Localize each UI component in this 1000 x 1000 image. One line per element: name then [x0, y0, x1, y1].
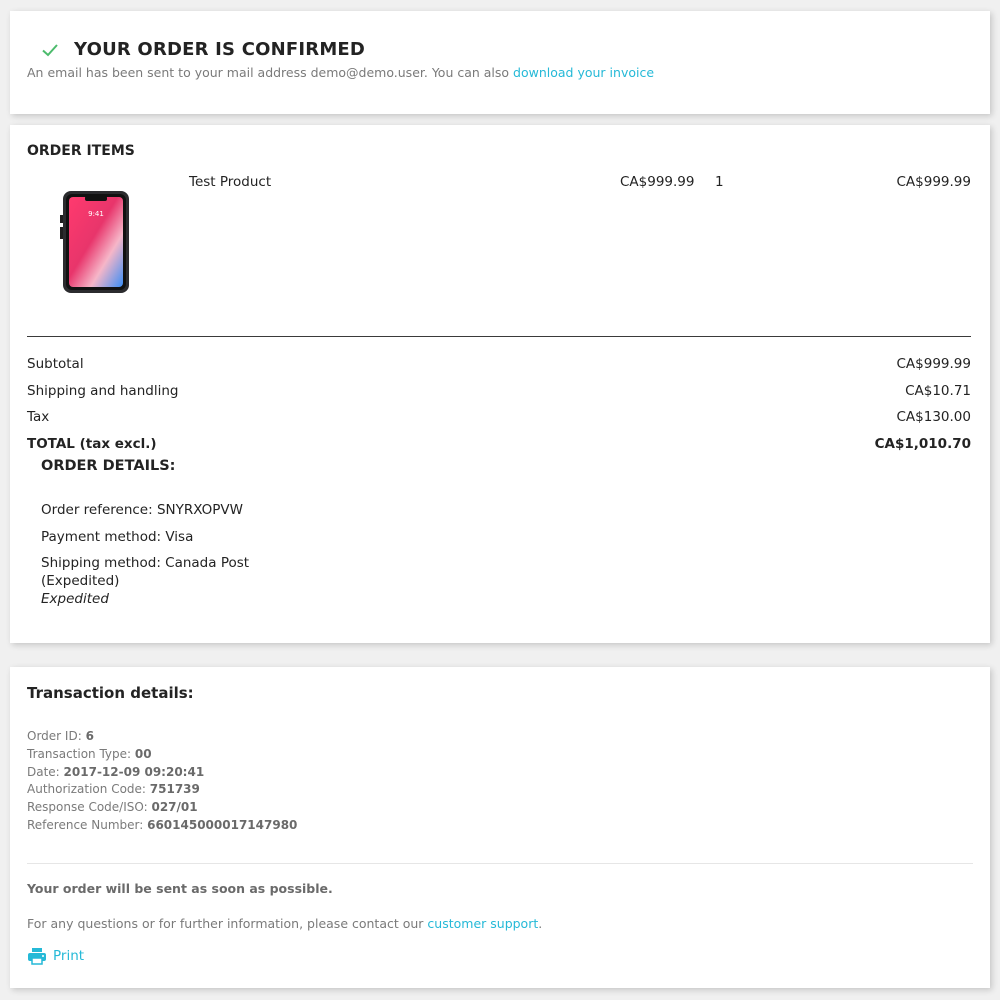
transaction-label: Transaction Type:	[27, 746, 135, 761]
shipping-label: Shipping and handling	[27, 383, 179, 399]
product-quantity: 1	[715, 174, 724, 190]
transaction-label: Reference Number:	[27, 817, 148, 832]
shipping-value: CA$10.71	[905, 383, 971, 399]
transaction-label: Date:	[27, 764, 64, 779]
confirmation-message: An email has been sent to your mail addr…	[27, 65, 654, 80]
printer-icon	[27, 947, 47, 965]
shipping-notice: Your order will be sent as soon as possi…	[27, 881, 333, 896]
transaction-label: Order ID:	[27, 729, 86, 743]
contact-suffix: .	[538, 916, 543, 931]
transaction-value: 00	[134, 746, 152, 761]
total-label: TOTAL (tax excl.)	[27, 436, 157, 452]
product-unit-price: CA$999.99	[620, 174, 695, 190]
print-label: Print	[53, 948, 85, 964]
download-invoice-link[interactable]: download your invoice	[513, 65, 654, 80]
transaction-value: 2017-12-09 09:20:41	[63, 764, 205, 779]
order-items-title: ORDER ITEMS	[27, 143, 135, 159]
order-reference: Order reference: SNYRXOPVW	[41, 502, 243, 518]
total-row: TOTAL (tax excl.) CA$1,010.70	[27, 436, 971, 452]
total-value: CA$1,010.70	[874, 436, 971, 452]
transaction-value: 660145000017147980	[147, 817, 298, 832]
subtotal-row: Subtotal CA$999.99	[27, 356, 971, 372]
transaction-value: 751739	[149, 782, 200, 797]
order-details-title: ORDER DETAILS:	[41, 458, 176, 474]
product-total-price: CA$999.99	[896, 174, 972, 190]
order-confirmed-card: YOUR ORDER IS CONFIRMED An email has bee…	[10, 11, 990, 114]
transaction-divider	[27, 863, 973, 864]
transaction-value: 6	[85, 729, 94, 743]
payment-method: Payment method: Visa	[41, 529, 194, 545]
confirmation-heading: YOUR ORDER IS CONFIRMED	[40, 39, 365, 60]
transaction-details-title: Transaction details:	[27, 684, 194, 702]
order-items-card: ORDER ITEMS 9:41 Test Product CA$999.99 …	[10, 125, 990, 643]
shipping-method-note: Expedited	[41, 591, 109, 607]
transaction-row-order-id: Order ID: 6	[27, 728, 297, 746]
product-image: 9:41	[38, 185, 148, 300]
contact-text: For any questions or for further informa…	[27, 916, 428, 931]
tax-row: Tax CA$130.00	[27, 409, 971, 425]
shipping-method: Shipping method: Canada Post	[41, 555, 250, 571]
transaction-row-auth-code: Authorization Code: 751739	[27, 781, 297, 799]
transaction-row-reference: Reference Number: 660145000017147980	[27, 817, 297, 835]
tax-label: Tax	[27, 409, 50, 425]
tax-value: CA$130.00	[896, 409, 972, 425]
customer-support-link[interactable]: customer support	[427, 916, 538, 931]
subtotal-label: Subtotal	[27, 356, 84, 372]
shipping-row: Shipping and handling CA$10.71	[27, 383, 971, 399]
product-name[interactable]: Test Product	[189, 174, 271, 190]
items-divider	[27, 336, 971, 337]
transaction-row-response-code: Response Code/ISO: 027/01	[27, 799, 297, 817]
transaction-value: 027/01	[151, 800, 198, 815]
email-sent-text: An email has been sent to your mail addr…	[27, 65, 514, 80]
svg-text:9:41: 9:41	[88, 210, 104, 218]
transaction-label: Response Code/ISO:	[27, 800, 152, 815]
check-icon	[40, 40, 60, 60]
subtotal-value: CA$999.99	[896, 356, 972, 372]
transaction-details-card: Transaction details: Order ID: 6 Transac…	[10, 667, 990, 988]
confirmation-title: YOUR ORDER IS CONFIRMED	[74, 39, 366, 60]
transaction-row-type: Transaction Type: 00	[27, 746, 297, 764]
transaction-details-list: Order ID: 6 Transaction Type: 00 Date: 2…	[27, 728, 297, 835]
transaction-row-date: Date: 2017-12-09 09:20:41	[27, 764, 297, 782]
transaction-label: Authorization Code:	[27, 782, 150, 797]
contact-message: For any questions or for further informa…	[27, 916, 542, 931]
print-button[interactable]: Print	[27, 947, 84, 965]
shipping-method-type: (Expedited)	[41, 573, 120, 589]
